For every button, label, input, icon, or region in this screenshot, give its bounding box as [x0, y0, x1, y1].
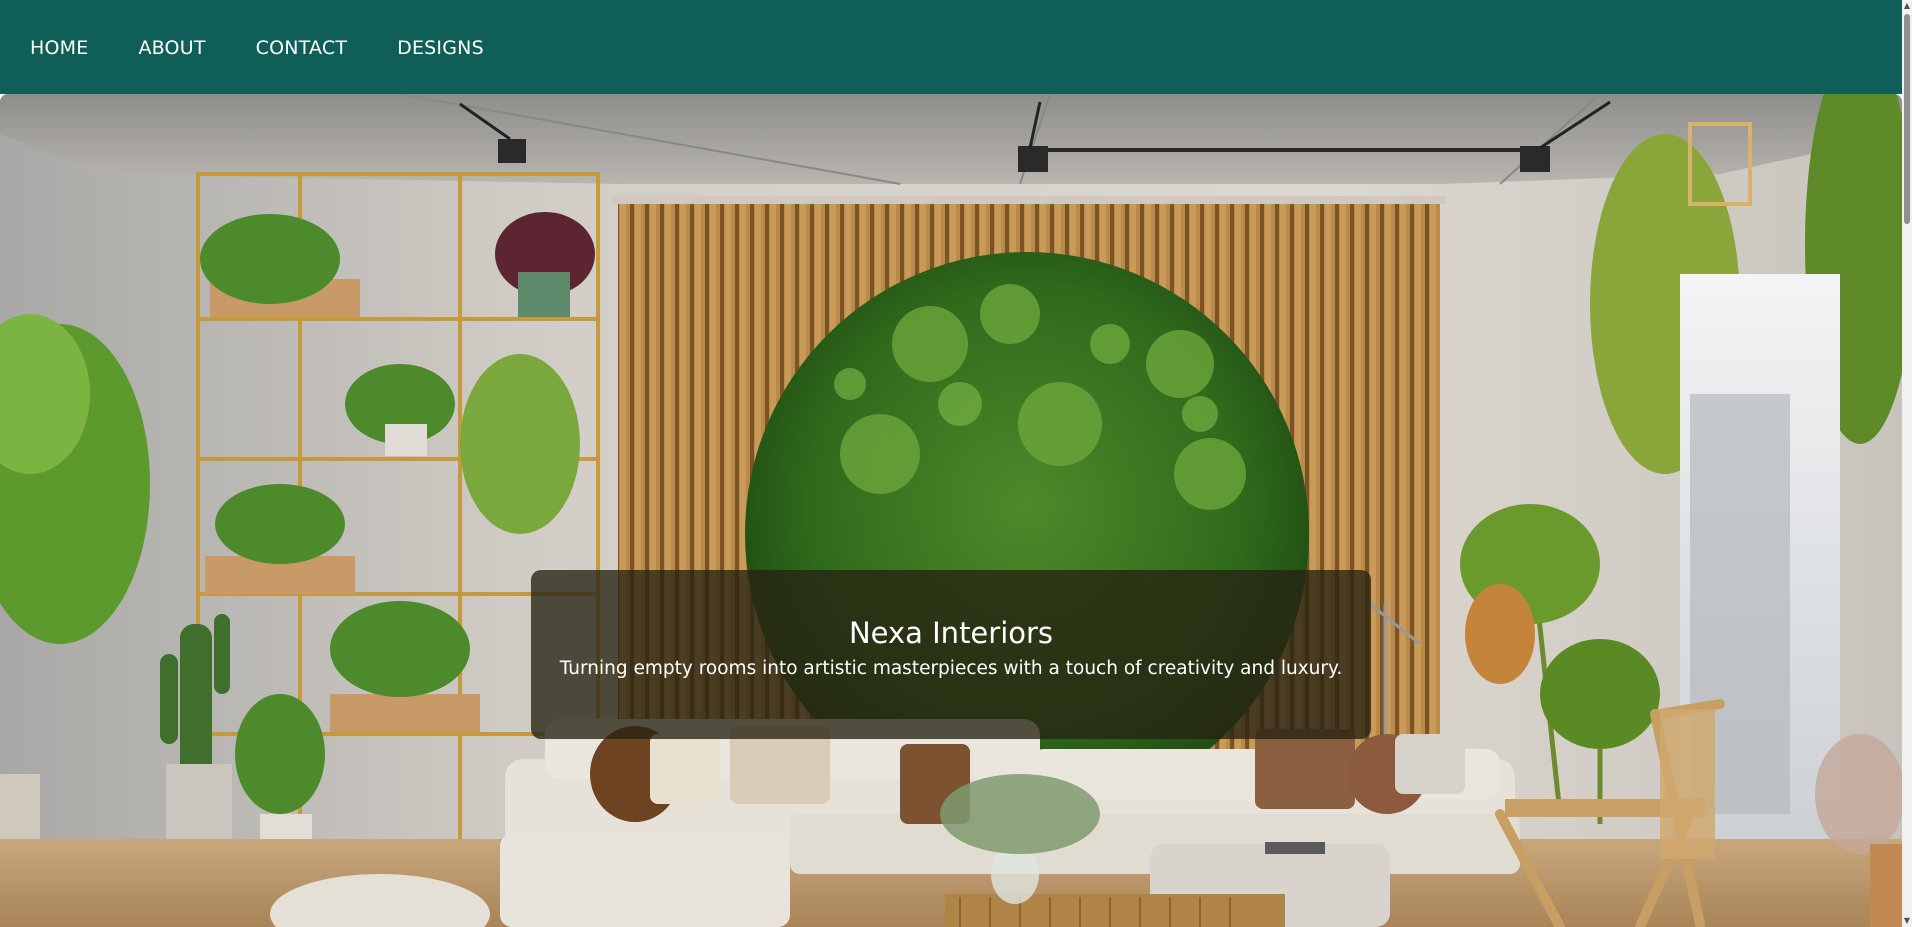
scrollbar-thumb[interactable] — [1904, 14, 1910, 224]
nav-link-about[interactable]: ABOUT — [138, 35, 205, 59]
vertical-scrollbar[interactable]: ▲ ▼ — [1902, 0, 1912, 927]
hero-card: Nexa Interiors Turning empty rooms into … — [531, 570, 1371, 739]
nav-link-contact[interactable]: CONTACT — [256, 35, 348, 59]
top-navbar: HOME ABOUT CONTACT DESIGNS — [0, 0, 1902, 94]
hero-title: Nexa Interiors — [848, 616, 1054, 651]
page: HOME ABOUT CONTACT DESIGNS Nexa Interior… — [0, 0, 1912, 927]
nav-link-designs[interactable]: DESIGNS — [397, 35, 484, 59]
scroll-down-arrow-icon[interactable]: ▼ — [1902, 915, 1912, 927]
scroll-up-arrow-icon[interactable]: ▲ — [1902, 0, 1912, 12]
hero-subtitle: Turning empty rooms into artistic master… — [559, 657, 1343, 679]
hero-section: Nexa Interiors Turning empty rooms into … — [0, 94, 1902, 927]
nav-link-home[interactable]: HOME — [30, 35, 88, 59]
hero-background-image — [0, 94, 1902, 927]
